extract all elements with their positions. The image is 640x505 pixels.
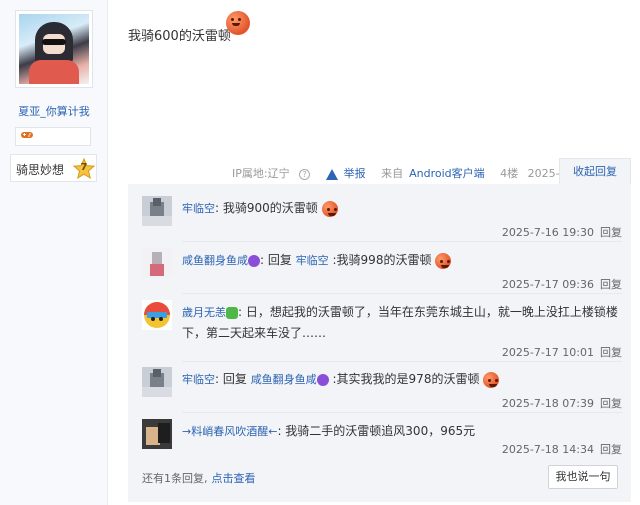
client-link[interactable]: Android客户端	[409, 167, 485, 180]
divider	[182, 241, 622, 242]
reply-time-row: 2025-7-17 09:36 回复	[502, 276, 622, 292]
reply-keyword: : 回复	[260, 253, 292, 267]
client-source: 来自 Android客户端	[381, 167, 485, 180]
reply-avatar[interactable]	[142, 248, 172, 278]
reply-time-row: 2025-7-18 14:34 回复	[502, 441, 622, 457]
angry-face-icon	[321, 200, 338, 217]
gamepad-icon	[21, 132, 33, 138]
reply-avatar[interactable]	[142, 367, 172, 397]
reply-time: 2025-7-18 07:39	[501, 397, 594, 410]
reply-username[interactable]: 咸鱼翻身鱼咸	[182, 254, 248, 267]
devil-face-icon	[316, 373, 329, 386]
reply-username[interactable]: 牢临空	[182, 373, 215, 386]
reply-target-user[interactable]: 牢临空	[296, 254, 329, 267]
reply-content: 牢临空: 回复 咸鱼翻身鱼咸 :其实我我的是978的沃雷顿	[182, 369, 622, 390]
reply-text: : 我骑二手的沃雷顿追风300，965元	[277, 424, 476, 438]
reply-text: :其实我我的是978的沃雷顿	[328, 372, 480, 386]
reply-content: 牢临空: 我骑900的沃雷顿	[182, 198, 622, 219]
level-name: 骑思妙想	[16, 163, 65, 177]
angry-face-icon	[483, 371, 500, 388]
author-sidebar: 夏亚_你算计我 骑思妙想 7	[0, 0, 108, 505]
post-text: 我骑600的沃雷顿	[128, 29, 231, 44]
avatar-image	[19, 14, 89, 84]
more-replies-text: 还有1条回复,	[142, 472, 208, 485]
reply-target-user[interactable]: 咸鱼翻身鱼咸	[251, 373, 317, 386]
divider	[182, 293, 622, 294]
reply-time-row: 2025-7-16 19:30 回复	[502, 224, 622, 240]
post-content: 我骑600的沃雷顿	[128, 25, 231, 44]
divider	[182, 361, 622, 362]
reply-button[interactable]: 回复	[600, 443, 622, 456]
reply-time: 2025-7-16 19:30	[501, 226, 594, 239]
angry-face-icon	[435, 252, 452, 269]
reply-button[interactable]: 回复	[600, 346, 622, 359]
clover-icon	[226, 306, 238, 319]
reply-content: 咸鱼翻身鱼咸 : 回复 牢临空 :我骑998的沃雷顿	[182, 250, 622, 271]
reply-button[interactable]: 回复	[600, 397, 622, 410]
reply-text: : 日，想起我的沃雷顿了，当年在东莞东城主山，就一晚上没扛上楼锁楼下，第二天起来…	[182, 305, 618, 340]
reply-content: →料峭春风吹酒醒←: 我骑二手的沃雷顿追风300，965元	[182, 421, 622, 442]
level-number: 7	[80, 162, 88, 173]
author-username[interactable]: 夏亚_你算计我	[0, 103, 108, 119]
reply-username[interactable]: 牢临空	[182, 202, 215, 215]
reply-keyword: : 回复	[215, 372, 247, 386]
more-replies: 还有1条回复, 点击查看	[142, 470, 256, 486]
report-link[interactable]: 举报	[325, 167, 372, 180]
author-badge[interactable]	[15, 127, 91, 146]
reply-content: 歲月无恙: 日，想起我的沃雷顿了，当年在东莞东城主山，就一晚上没扛上楼锁楼下，第…	[182, 302, 622, 343]
view-more-link[interactable]: 点击查看	[212, 472, 256, 485]
reply-username[interactable]: 歲月无恙	[182, 306, 226, 319]
help-icon[interactable]: ?	[299, 168, 311, 180]
level-star-icon: 7	[72, 157, 96, 180]
reply-text: : 我骑900的沃雷顿	[215, 201, 318, 215]
divider	[182, 412, 622, 413]
reply-avatar[interactable]	[142, 419, 172, 449]
reply-time: 2025-7-17 09:36	[501, 278, 594, 291]
reply-text: :我骑998的沃雷顿	[328, 253, 432, 267]
reply-avatar[interactable]	[142, 196, 172, 226]
say-something-button[interactable]: 我也说一句	[548, 465, 618, 489]
reply-button[interactable]: 回复	[600, 278, 622, 291]
author-level[interactable]: 骑思妙想 7	[10, 154, 97, 182]
collapse-replies-button[interactable]: 收起回复	[559, 158, 631, 184]
ip-location: IP属地:辽宁 ?	[232, 167, 316, 180]
devil-face-icon	[248, 254, 260, 267]
reply-button[interactable]: 回复	[600, 226, 622, 239]
reply-time-row: 2025-7-18 07:39 回复	[502, 395, 622, 411]
reply-area: 牢临空: 我骑900的沃雷顿 2025-7-16 19:30 回复 咸鱼翻身鱼咸:…	[128, 184, 631, 502]
floor-number: 4楼	[500, 167, 519, 180]
reply-username[interactable]: →料峭春风吹酒醒←	[182, 425, 277, 438]
reply-avatar[interactable]	[142, 300, 172, 330]
author-avatar[interactable]	[15, 10, 93, 88]
reply-time-row: 2025-7-17 10:01 回复	[502, 344, 622, 360]
reply-time: 2025-7-17 10:01	[501, 346, 594, 359]
angry-face-icon	[226, 11, 250, 35]
reply-time: 2025-7-18 14:34	[501, 443, 594, 456]
warning-icon	[325, 168, 338, 180]
